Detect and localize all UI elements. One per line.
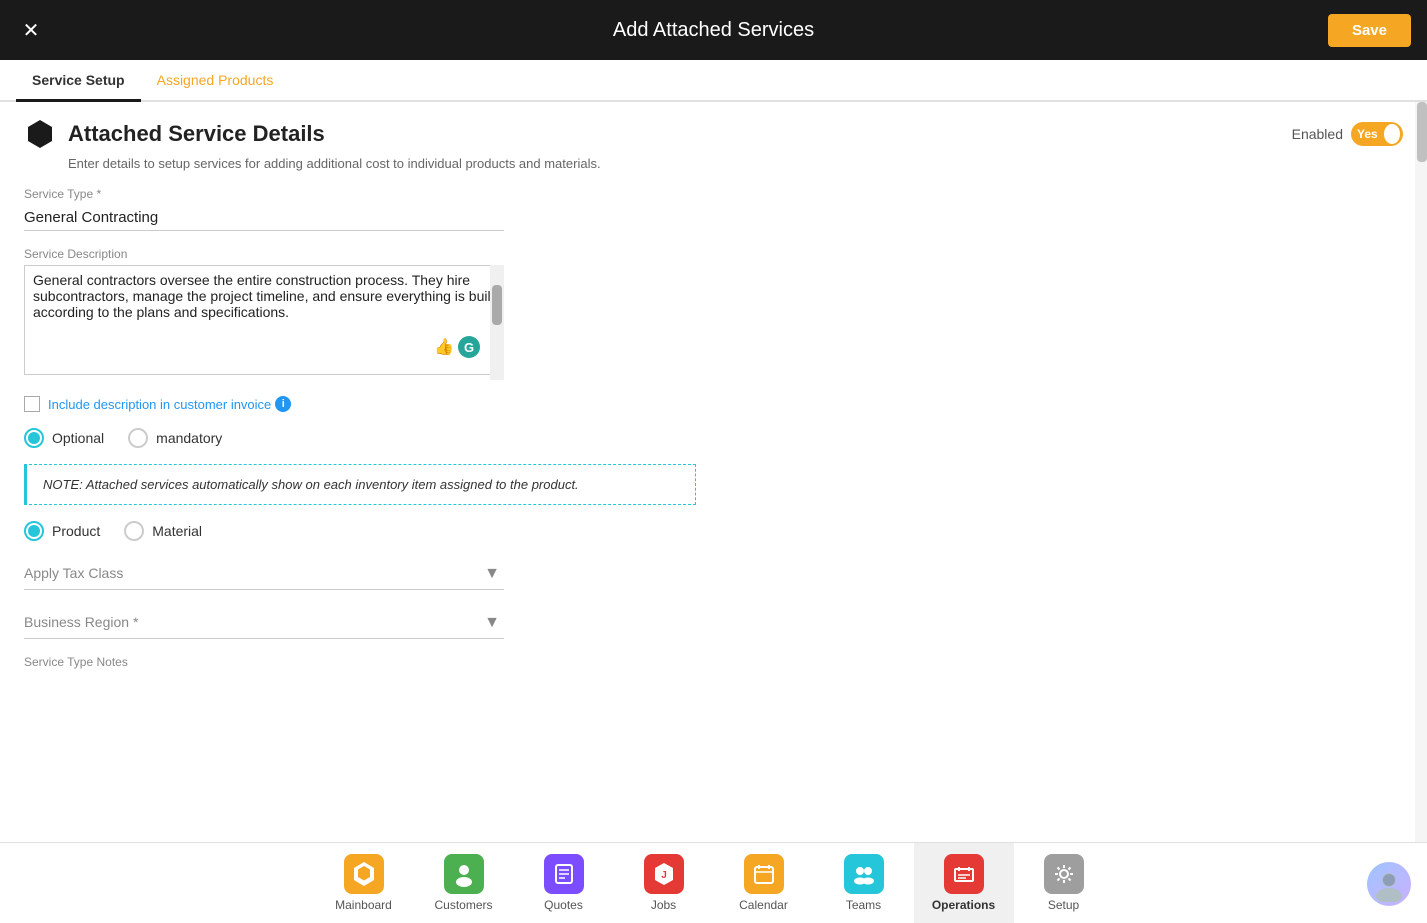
main-content: Attached Service Details Enabled Yes Ent… <box>0 102 1427 842</box>
checkbox-label: Include description in customer invoice … <box>48 396 291 412</box>
quotes-icon <box>544 854 584 894</box>
avatar-image <box>1367 862 1411 906</box>
textarea-scrollbar-thumb <box>492 285 502 325</box>
enabled-label: Enabled <box>1292 126 1343 142</box>
radio-mandatory-label: mandatory <box>156 430 222 446</box>
business-region-select[interactable]: Business Region * <box>24 606 504 639</box>
radio-material[interactable]: Material <box>124 521 202 541</box>
service-type-group: Service Type * <box>24 187 1403 231</box>
service-type-notes-label: Service Type Notes <box>24 655 1403 669</box>
setup-label: Setup <box>1048 898 1079 912</box>
radio-material-label: Material <box>152 523 202 539</box>
operations-label: Operations <box>932 898 995 912</box>
checkbox-row: Include description in customer invoice … <box>24 396 1403 412</box>
business-region-container: Business Region * ▼ <box>24 606 504 639</box>
radio-product-outer <box>24 521 44 541</box>
page-title: Add Attached Services <box>613 19 814 42</box>
user-avatar[interactable] <box>1367 862 1411 906</box>
service-type-label: Service Type * <box>24 187 1403 201</box>
operations-icon <box>944 854 984 894</box>
enabled-toggle[interactable]: Yes <box>1351 122 1403 146</box>
service-type-notes-group: Service Type Notes <box>24 655 1403 669</box>
service-description-label: Service Description <box>24 247 1403 261</box>
setup-icon <box>1044 854 1084 894</box>
nav-item-calendar[interactable]: Calendar <box>714 843 814 923</box>
nav-item-customers[interactable]: Customers <box>414 843 514 923</box>
customers-label: Customers <box>434 898 492 912</box>
nav-item-operations[interactable]: Operations <box>914 843 1014 923</box>
radio-product-inner <box>28 525 40 537</box>
nav-item-quotes[interactable]: Quotes <box>514 843 614 923</box>
grammarly-icon: G <box>458 336 480 358</box>
apply-tax-class-container: Apply Tax Class ▼ <box>24 557 504 590</box>
header: ✕ Add Attached Services Save <box>0 0 1427 60</box>
apply-tax-class-select[interactable]: Apply Tax Class <box>24 557 504 590</box>
nav-item-jobs[interactable]: J Jobs <box>614 843 714 923</box>
close-button[interactable]: ✕ <box>16 15 46 45</box>
mainboard-label: Mainboard <box>335 898 392 912</box>
calendar-label: Calendar <box>739 898 788 912</box>
toggle-value: Yes <box>1357 127 1378 141</box>
teams-label: Teams <box>846 898 881 912</box>
radio-mandatory[interactable]: mandatory <box>128 428 222 448</box>
nav-item-setup[interactable]: Setup <box>1014 843 1114 923</box>
calendar-icon <box>744 854 784 894</box>
radio-optional-inner <box>28 432 40 444</box>
enabled-toggle-area: Enabled Yes <box>1292 122 1403 146</box>
quotes-label: Quotes <box>544 898 583 912</box>
radio-optional-label: Optional <box>52 430 104 446</box>
toggle-knob <box>1384 124 1400 144</box>
optional-mandatory-radio-group: Optional mandatory <box>24 428 1403 448</box>
section-title: Attached Service Details <box>68 121 325 147</box>
include-description-checkbox[interactable] <box>24 396 40 412</box>
textarea-scrollbar[interactable] <box>490 265 504 380</box>
apply-tax-class-group: Apply Tax Class ▼ <box>24 557 1403 590</box>
tab-assigned-products[interactable]: Assigned Products <box>141 60 290 100</box>
business-region-group: Business Region * ▼ <box>24 606 1403 639</box>
radio-optional[interactable]: Optional <box>24 428 104 448</box>
jobs-icon: J <box>644 854 684 894</box>
section-subtitle: Enter details to setup services for addi… <box>68 156 1403 171</box>
radio-material-outer <box>124 521 144 541</box>
note-box: NOTE: Attached services automatically sh… <box>24 464 696 505</box>
info-icon: i <box>275 396 291 412</box>
page-scrollbar[interactable] <box>1415 102 1427 842</box>
service-description-textarea[interactable]: General contractors oversee the entire c… <box>24 265 504 375</box>
jobs-label: Jobs <box>651 898 676 912</box>
tabs-container: Service Setup Assigned Products <box>0 60 1427 102</box>
radio-product-label: Product <box>52 523 100 539</box>
section-title-group: Attached Service Details <box>24 118 325 150</box>
thumbs-up-icon: 👍 <box>434 337 454 357</box>
bottom-nav: Mainboard Customers Quotes J <box>0 842 1427 922</box>
section-header: Attached Service Details Enabled Yes <box>24 118 1403 150</box>
tab-service-setup[interactable]: Service Setup <box>16 60 141 100</box>
hexagon-icon <box>24 118 56 150</box>
nav-item-mainboard[interactable]: Mainboard <box>314 843 414 923</box>
radio-optional-outer <box>24 428 44 448</box>
nav-item-teams[interactable]: Teams <box>814 843 914 923</box>
svg-text:J: J <box>661 870 667 881</box>
product-material-radio-group: Product Material <box>24 521 1403 541</box>
note-text: NOTE: Attached services automatically sh… <box>43 477 579 492</box>
service-description-group: Service Description General contractors … <box>24 247 1403 380</box>
textarea-container: General contractors oversee the entire c… <box>24 265 504 380</box>
scrollbar-thumb <box>1417 102 1427 162</box>
teams-icon <box>844 854 884 894</box>
mainboard-icon <box>344 854 384 894</box>
radio-product[interactable]: Product <box>24 521 100 541</box>
service-type-input[interactable] <box>24 205 504 231</box>
textarea-tool-icons: 👍 G <box>434 336 480 358</box>
radio-mandatory-outer <box>128 428 148 448</box>
save-button[interactable]: Save <box>1328 14 1411 47</box>
customers-icon <box>444 854 484 894</box>
